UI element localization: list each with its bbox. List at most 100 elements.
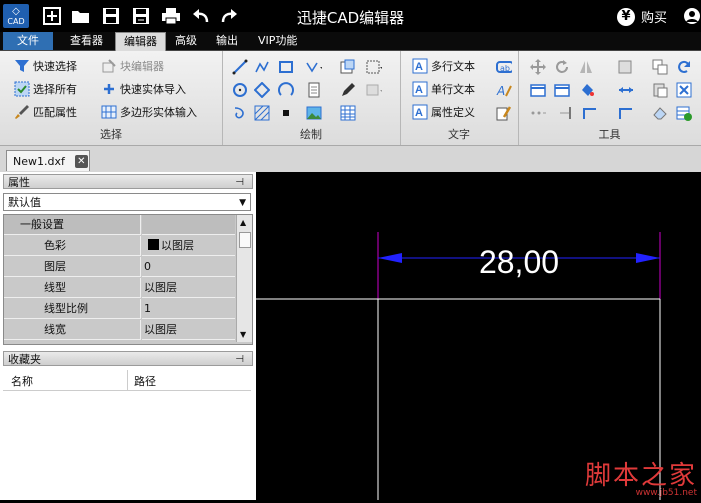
- image-icon[interactable]: [306, 105, 322, 121]
- property-scrollbar[interactable]: ▲ ▼: [236, 215, 252, 342]
- pin-icon[interactable]: ⊣: [235, 175, 244, 190]
- region-icon[interactable]: [366, 82, 382, 98]
- text-style-icon[interactable]: ab: [496, 59, 512, 75]
- text-pencil-icon[interactable]: [496, 105, 512, 121]
- new-file-icon[interactable]: [42, 6, 62, 26]
- polyline-icon[interactable]: [254, 59, 270, 75]
- point-icon[interactable]: [278, 105, 294, 121]
- explode-icon[interactable]: [676, 82, 692, 98]
- layer-dropdown-icon[interactable]: [618, 59, 634, 75]
- window2-icon[interactable]: [554, 82, 570, 98]
- spline-icon[interactable]: [306, 59, 322, 75]
- buy-label: 购买: [641, 11, 668, 26]
- property-value[interactable]: 以图层: [142, 236, 235, 256]
- favorites-panel-title: 收藏夹: [8, 353, 41, 366]
- tab-editor[interactable]: 编辑器: [115, 32, 166, 52]
- scroll-thumb[interactable]: [239, 232, 251, 248]
- redo-icon[interactable]: [219, 6, 239, 26]
- properties-selector[interactable]: 默认值 ▼: [3, 193, 251, 211]
- dimension-icon[interactable]: [618, 82, 634, 98]
- property-value[interactable]: 1: [142, 299, 235, 319]
- block-editor-icon: [101, 58, 117, 74]
- hatch-region-icon[interactable]: [366, 59, 382, 75]
- property-category-row[interactable]: − 一般设置: [4, 215, 235, 236]
- favorites-panel-header: 收藏夹 ⊣: [3, 351, 253, 366]
- open-folder-icon[interactable]: [71, 6, 91, 26]
- insert-block-icon[interactable]: [340, 59, 356, 75]
- spiral-icon[interactable]: [232, 105, 248, 121]
- save-icon[interactable]: [101, 6, 121, 26]
- quick-entity-import-button[interactable]: 快速实体导入: [101, 80, 186, 98]
- table-icon[interactable]: [340, 105, 356, 121]
- property-value[interactable]: 以图层: [142, 320, 235, 340]
- property-row-linetype[interactable]: 线型 以图层: [4, 278, 235, 299]
- attribute-definition-button[interactable]: A 属性定义: [412, 103, 475, 121]
- tab-output[interactable]: 输出: [208, 32, 246, 50]
- window-icon[interactable]: [530, 82, 546, 98]
- extend-icon[interactable]: [618, 105, 634, 121]
- tab-vip[interactable]: VIP功能: [250, 32, 305, 50]
- property-grid: − 一般设置 色彩 以图层 图层 0 线型 以图层 线型比例 1 线宽 以图层 …: [3, 214, 253, 345]
- paste-icon[interactable]: [652, 82, 668, 98]
- user-icon[interactable]: [683, 7, 701, 25]
- brush-icon: [14, 104, 30, 120]
- print-icon[interactable]: [161, 6, 181, 26]
- tab-file[interactable]: 文件: [3, 32, 53, 50]
- chevron-down-icon: ▼: [239, 198, 246, 208]
- circle-icon[interactable]: [232, 82, 248, 98]
- multiline-text-button[interactable]: A 多行文本: [412, 57, 475, 75]
- drawing-canvas[interactable]: 28,00 脚本之家 www.jb51.net: [256, 172, 701, 500]
- singleline-text-button[interactable]: A 单行文本: [412, 80, 475, 98]
- drawing-svg[interactable]: 28,00: [256, 172, 701, 500]
- property-value[interactable]: 0: [142, 257, 235, 277]
- scroll-down-icon[interactable]: ▼: [240, 330, 246, 339]
- property-row-color[interactable]: 色彩 以图层: [4, 236, 235, 257]
- tools-group: 工具: [518, 51, 701, 145]
- property-value[interactable]: 以图层: [142, 278, 235, 298]
- property-row-layer[interactable]: 图层 0: [4, 257, 235, 278]
- pin-icon[interactable]: ⊣: [235, 352, 244, 367]
- column-name[interactable]: 名称: [11, 373, 33, 389]
- align-icon[interactable]: [558, 105, 574, 121]
- arc-icon[interactable]: [278, 82, 294, 98]
- tab-advanced[interactable]: 高级: [167, 32, 205, 50]
- refresh-icon[interactable]: [676, 59, 692, 75]
- line-icon[interactable]: [232, 59, 248, 75]
- column-path[interactable]: 路径: [134, 373, 156, 389]
- property-row-lineweight[interactable]: 线宽 以图层: [4, 320, 235, 341]
- scroll-up-icon[interactable]: ▲: [240, 218, 246, 227]
- pencil-icon[interactable]: [340, 82, 356, 98]
- polygon-entity-input-label: 多边形实体输入: [120, 106, 197, 119]
- match-properties-button[interactable]: 匹配属性: [14, 103, 77, 121]
- eraser-icon[interactable]: [652, 105, 668, 121]
- page-icon[interactable]: [306, 82, 322, 98]
- singleline-text-label: 单行文本: [431, 83, 475, 96]
- table-plus-icon[interactable]: [676, 105, 692, 121]
- app-logo[interactable]: ◇ CAD: [3, 4, 29, 28]
- undo-icon[interactable]: [191, 6, 211, 26]
- move-icon[interactable]: [530, 59, 546, 75]
- copy-icon[interactable]: [652, 59, 668, 75]
- close-icon[interactable]: ✕: [74, 154, 88, 168]
- rotate-icon[interactable]: [554, 59, 570, 75]
- document-tab[interactable]: New1.dxf ✕: [6, 150, 90, 171]
- polygon-entity-input-button[interactable]: 多边形实体输入: [101, 103, 197, 121]
- text-edit-icon[interactable]: A: [496, 82, 512, 98]
- polygon-icon[interactable]: [254, 82, 270, 98]
- dots-icon[interactable]: [530, 105, 546, 121]
- save-as-icon[interactable]: [131, 6, 151, 26]
- dimension-text[interactable]: 28,00: [479, 244, 559, 280]
- select-group: 快速选择 选择所有 匹配属性 块编辑器 快速实体导入 多边形实体输入 选择: [0, 51, 223, 145]
- rectangle-icon[interactable]: [278, 59, 294, 75]
- column-divider[interactable]: [127, 370, 128, 390]
- select-all-button[interactable]: 选择所有: [14, 80, 77, 98]
- quick-select-button[interactable]: 快速选择: [14, 57, 77, 75]
- buy-button[interactable]: ¥ 购买: [617, 7, 667, 26]
- tab-viewer[interactable]: 查看器: [62, 32, 111, 50]
- mirror-icon[interactable]: [578, 59, 594, 75]
- hatch-icon[interactable]: [254, 105, 270, 121]
- block-editor-button[interactable]: 块编辑器: [101, 57, 164, 75]
- trim-icon[interactable]: [582, 105, 598, 121]
- property-row-linetype-scale[interactable]: 线型比例 1: [4, 299, 235, 320]
- paint-icon[interactable]: [580, 82, 596, 98]
